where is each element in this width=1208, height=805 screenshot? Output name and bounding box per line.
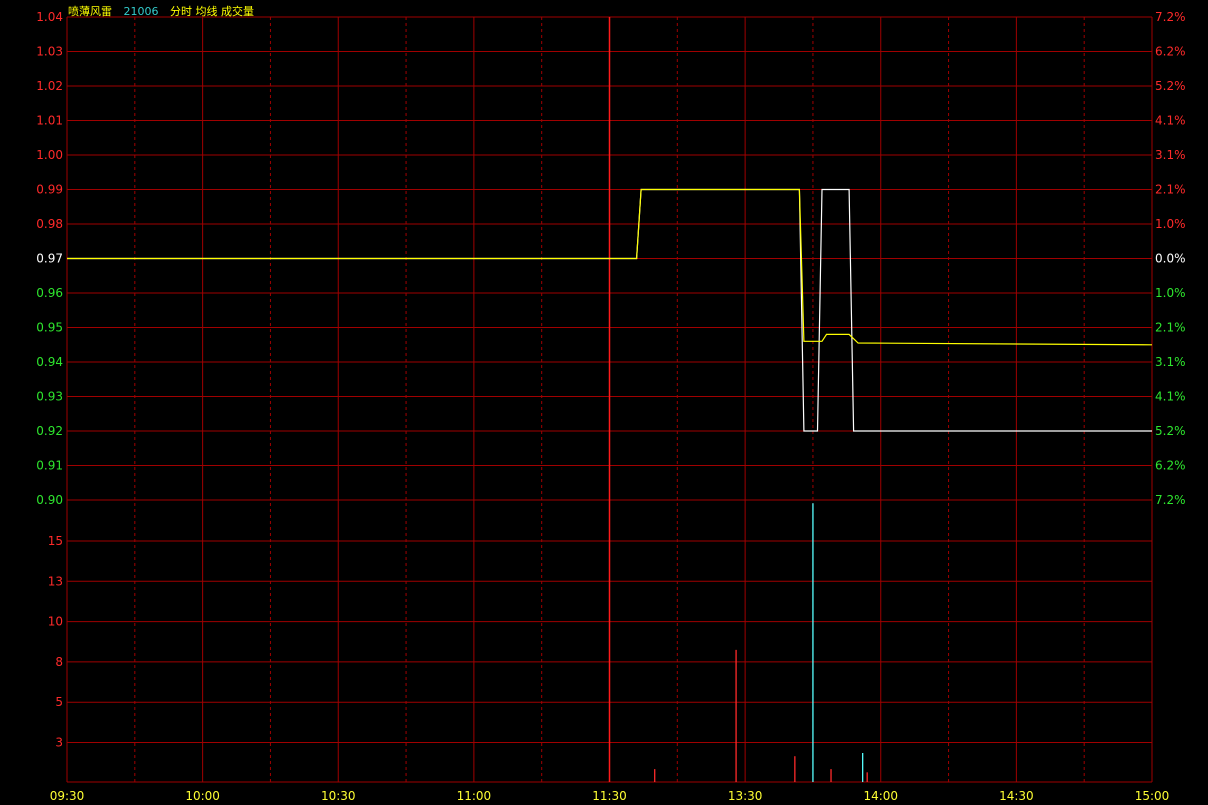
price-tick-label: 0.91 xyxy=(36,459,63,473)
pct-tick-label: 1.0% xyxy=(1155,286,1186,300)
volume-tick-label: 13 xyxy=(48,574,63,588)
pct-tick-label: 5.2% xyxy=(1155,424,1186,438)
pct-tick-label: 3.1% xyxy=(1155,148,1186,162)
price-tick-label: 0.96 xyxy=(36,286,63,300)
time-tick-label: 13:30 xyxy=(728,789,763,803)
price-tick-label: 1.00 xyxy=(36,148,63,162)
pct-tick-label: 3.1% xyxy=(1155,355,1186,369)
pct-tick-label: 2.1% xyxy=(1155,183,1186,197)
pct-tick-label: 1.0% xyxy=(1155,217,1186,231)
time-tick-label: 14:30 xyxy=(999,789,1034,803)
time-tick-label: 15:00 xyxy=(1135,789,1170,803)
price-tick-label: 0.97 xyxy=(36,252,63,266)
volume-tick-label: 15 xyxy=(48,534,63,548)
price-tick-label: 1.03 xyxy=(36,45,63,59)
price-tick-label: 0.90 xyxy=(36,493,63,507)
pct-tick-label: 5.2% xyxy=(1155,79,1186,93)
volume-tick-label: 5 xyxy=(55,695,63,709)
pct-tick-label: 4.1% xyxy=(1155,390,1186,404)
pct-tick-label: 7.2% xyxy=(1155,493,1186,507)
axis-labels: 1.04 7.2% 1.03 6.2% 1.02 5.2% 1.01 4.1% 1.00 3.1%… xyxy=(36,10,1185,803)
intraday-chart[interactable]: 1.04 7.2% 1.03 6.2% 1.02 5.2% 1.01 4.1% 1.00 3.1%… xyxy=(0,0,1208,805)
volume-bars xyxy=(654,503,868,782)
price-tick-label: 0.98 xyxy=(36,217,63,231)
time-tick-label: 14:00 xyxy=(863,789,898,803)
pct-tick-label: 4.1% xyxy=(1155,114,1186,128)
pct-tick-label: 7.2% xyxy=(1155,10,1186,24)
pct-tick-label: 6.2% xyxy=(1155,45,1186,59)
price-tick-label: 1.04 xyxy=(36,10,63,24)
time-tick-label: 10:00 xyxy=(185,789,220,803)
volume-tick-label: 3 xyxy=(55,736,63,750)
time-tick-label: 09:30 xyxy=(50,789,85,803)
volume-tick-label: 10 xyxy=(48,615,63,629)
price-tick-label: 0.94 xyxy=(36,355,63,369)
price-tick-label: 0.99 xyxy=(36,183,63,197)
volume-tick-label: 8 xyxy=(55,655,63,669)
pct-tick-label: 0.0% xyxy=(1155,252,1186,266)
price-tick-label: 0.95 xyxy=(36,321,63,335)
time-tick-label: 11:30 xyxy=(592,789,627,803)
chart-grid xyxy=(66,16,1153,783)
pct-tick-label: 2.1% xyxy=(1155,321,1186,335)
pct-tick-label: 6.2% xyxy=(1155,459,1186,473)
price-tick-label: 0.92 xyxy=(36,424,63,438)
price-tick-label: 0.93 xyxy=(36,390,63,404)
price-tick-label: 1.02 xyxy=(36,79,63,93)
time-tick-label: 10:30 xyxy=(321,789,356,803)
price-tick-label: 1.01 xyxy=(36,114,63,128)
time-tick-label: 11:00 xyxy=(457,789,492,803)
